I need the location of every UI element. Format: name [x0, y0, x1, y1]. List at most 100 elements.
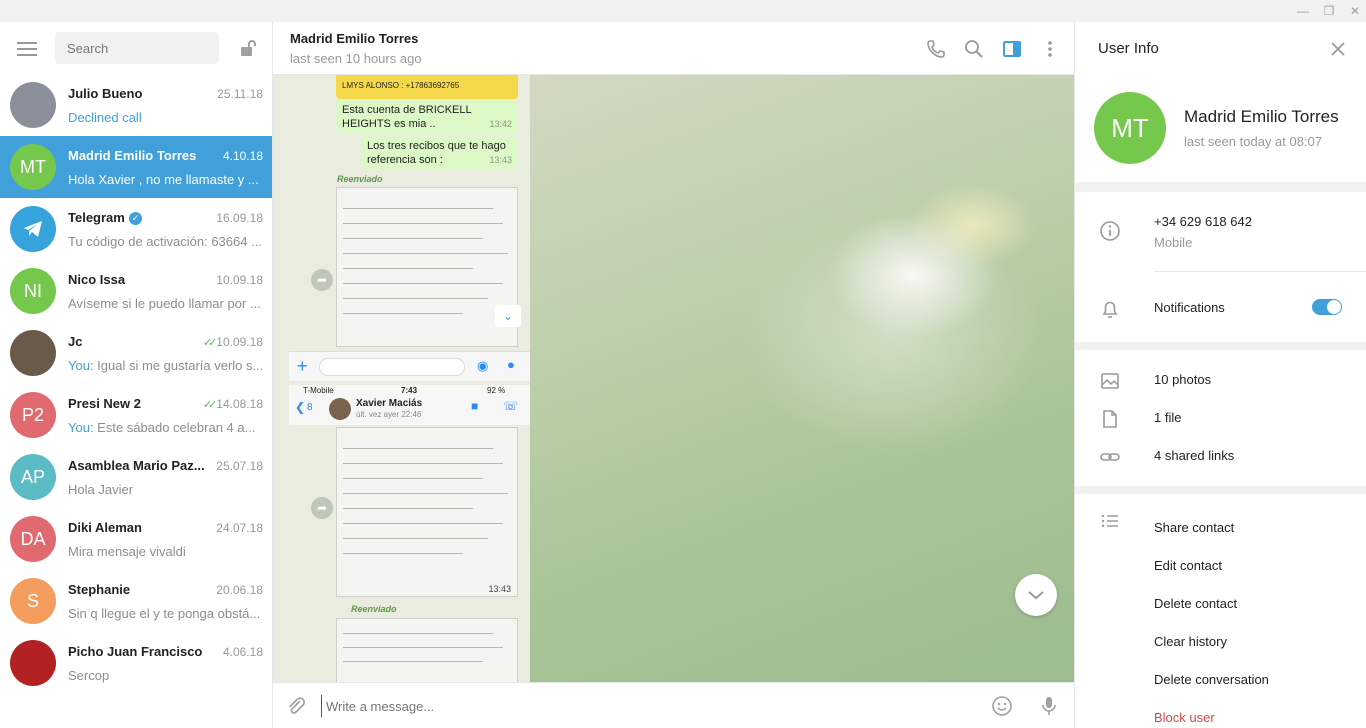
emoji-icon[interactable] [991, 695, 1013, 717]
message-input[interactable] [321, 695, 971, 717]
chat-list-header [0, 22, 272, 74]
chat-message: Sin q llegue el y te ponga obstá... [68, 606, 264, 621]
ios-contact-status: últ. vez ayer 22:46 [356, 410, 422, 419]
phone-icon[interactable] [925, 38, 947, 60]
avatar: S [10, 578, 56, 624]
action-label: Clear history [1154, 634, 1227, 649]
chat-message-text: Mira mensaje vivaldi [68, 544, 186, 559]
chat-date: ✓✓ 14.08.18 [203, 397, 263, 411]
chat-item[interactable]: Telegram ✓ 16.09.18 Tu código de activación… [0, 198, 272, 260]
action-label: Share contact [1154, 520, 1235, 535]
unlock-icon[interactable] [238, 38, 258, 58]
avatar[interactable]: MT [1094, 92, 1166, 164]
close-icon[interactable] [1328, 39, 1348, 59]
delete-conversation-action[interactable]: Delete conversation [1075, 662, 1366, 698]
search-icon[interactable] [963, 38, 985, 60]
conversation-header: Madrid Emilio Torres last seen 10 hours … [273, 22, 1074, 75]
plus-icon: + [297, 356, 308, 376]
chat-message-text: Declined call [68, 110, 142, 125]
chat-item[interactable]: Jc ✓✓ 10.09.18 You: Igual si me gustaría ve… [0, 322, 272, 384]
clock: 7:43 [401, 386, 418, 395]
links-row[interactable]: 4 shared links [1075, 438, 1366, 474]
chat-message: You: Igual si me gustaría verlo s... [68, 358, 264, 373]
chat-name-text: Jc [68, 334, 83, 349]
chat-item[interactable]: NI Nico Issa 10.09.18 Avíseme si le puedo l… [0, 260, 272, 322]
delete-contact-action[interactable]: Delete contact [1075, 586, 1366, 622]
more-vertical-icon[interactable] [1039, 38, 1061, 60]
message-time: 13:42 [489, 119, 512, 129]
chat-name-text: Madrid Emilio Torres [68, 148, 197, 163]
notifications-toggle[interactable] [1312, 299, 1342, 315]
share-icon[interactable]: ➦ [311, 497, 333, 519]
file-icon [1103, 410, 1117, 428]
contact-details-section: +34 629 618 642 Mobile Notifications [1075, 192, 1366, 342]
avatar: NI [10, 268, 56, 314]
info-icon [1100, 221, 1120, 241]
links-label: 4 shared links [1154, 448, 1235, 463]
chat-message: Mira mensaje vivaldi [68, 544, 264, 559]
search-input[interactable] [55, 32, 219, 64]
chat-name-text: Presi New 2 [68, 396, 141, 411]
conversation-status: last seen 10 hours ago [290, 51, 422, 66]
action-label: Block user [1154, 710, 1215, 725]
attach-icon[interactable] [285, 695, 307, 717]
files-row[interactable]: 1 file [1075, 400, 1366, 436]
share-icon[interactable]: ➦ [311, 269, 333, 291]
chat-date-text: 24.07.18 [216, 521, 263, 535]
share-contact-action[interactable]: Share contact [1075, 510, 1366, 546]
scroll-down-button[interactable] [1015, 574, 1057, 616]
clear-history-action[interactable]: Clear history [1075, 624, 1366, 660]
chat-item[interactable]: AP Asamblea Mario Paz... 25.07.18 Hola Javi… [0, 446, 272, 508]
chat-message: Sercop [68, 668, 264, 683]
chat-date-text: 4.10.18 [222, 149, 263, 163]
photos-label: 10 photos [1154, 372, 1212, 387]
chat-message-text: Sercop [68, 668, 110, 683]
double-check-icon: ✓✓ [202, 399, 218, 411]
chat-name-text: Picho Juan Francisco [68, 644, 203, 659]
chat-message-text: Tu código de activación: 63664 ... [68, 234, 262, 249]
notifications-row[interactable]: Notifications [1075, 290, 1366, 326]
ios-header: T-Mobile 7:43 92 % ❮ 8 Xavier Maciás últ… [289, 385, 530, 425]
chat-list-panel: AP 👌👌 Julio Bueno25.11.18Declined callMT… [0, 22, 273, 728]
phone-row[interactable]: +34 629 618 642 Mobile [1075, 212, 1366, 262]
receipt-photo [336, 187, 518, 347]
phone-icon: ☏ [503, 399, 519, 413]
files-label: 1 file [1154, 410, 1182, 425]
close-window-icon[interactable]: ✕ [1342, 0, 1366, 22]
whatsapp-input-bar: + ◉ ● [289, 351, 530, 381]
chat-date-text: 25.11.18 [217, 87, 263, 101]
shared-media-section: 10 photos 1 file 4 shared links [1075, 350, 1366, 486]
avatar [10, 206, 56, 252]
avatar: AP [10, 454, 56, 500]
screenshot-image-message[interactable]: LMYS ALONSO : +17863692765 Esta cuenta d… [273, 75, 530, 682]
message-bubble: Esta cuenta de BRICKELL HEIGHTS es mia .… [336, 99, 518, 133]
message-text: Los tres recibos que te hago referencia … [367, 140, 506, 166]
chat-item[interactable]: MT Madrid Emilio Torres 4.10.18 Hola Xavier… [0, 136, 272, 198]
action-label: Edit contact [1154, 558, 1222, 573]
menu-icon[interactable] [17, 42, 37, 56]
chat-item[interactable]: P2 Presi New 2 ✓✓ 14.08.18 You: Este sábado … [0, 384, 272, 446]
edit-contact-action[interactable]: Edit contact [1075, 548, 1366, 584]
sidebar-toggle-icon[interactable] [1001, 38, 1023, 60]
sender-prefix: You: [68, 420, 98, 435]
chevron-down-icon[interactable]: ⌄ [495, 305, 521, 327]
chat-date: 10.09.18 [216, 273, 263, 287]
message-text: Esta cuenta de BRICKELL HEIGHTS es mia .… [342, 104, 472, 130]
photos-row[interactable]: 10 photos [1075, 362, 1366, 398]
avatar: MT [10, 144, 56, 190]
user-status: last seen today at 08:07 [1184, 134, 1323, 149]
chat-item[interactable]: DA Diki Aleman 24.07.18 Mira mensaje vivald… [0, 508, 272, 570]
restore-icon[interactable]: ❐ [1316, 0, 1342, 22]
message-time: 13:43 [488, 584, 511, 594]
chat-item[interactable]: S Stephanie 20.06.18 Sin q llegue el y te p… [0, 570, 272, 632]
chat-item[interactable]: Picho Juan Francisco 4.06.18 Sercop [0, 632, 272, 694]
block-user-action[interactable]: Block user [1075, 700, 1366, 728]
conversation-title[interactable]: Madrid Emilio Torres [290, 31, 418, 46]
chat-name: Jc [68, 334, 82, 349]
chat-item[interactable]: Julio Bueno 25.11.18 Declined call [0, 74, 272, 136]
chat-date-text: 25.07.18 [216, 459, 263, 473]
ios-contact-name: Xavier Maciás [356, 398, 423, 409]
microphone-icon[interactable] [1038, 695, 1060, 717]
telegram-logo-icon [24, 221, 42, 237]
minimize-icon[interactable]: — [1290, 0, 1316, 22]
